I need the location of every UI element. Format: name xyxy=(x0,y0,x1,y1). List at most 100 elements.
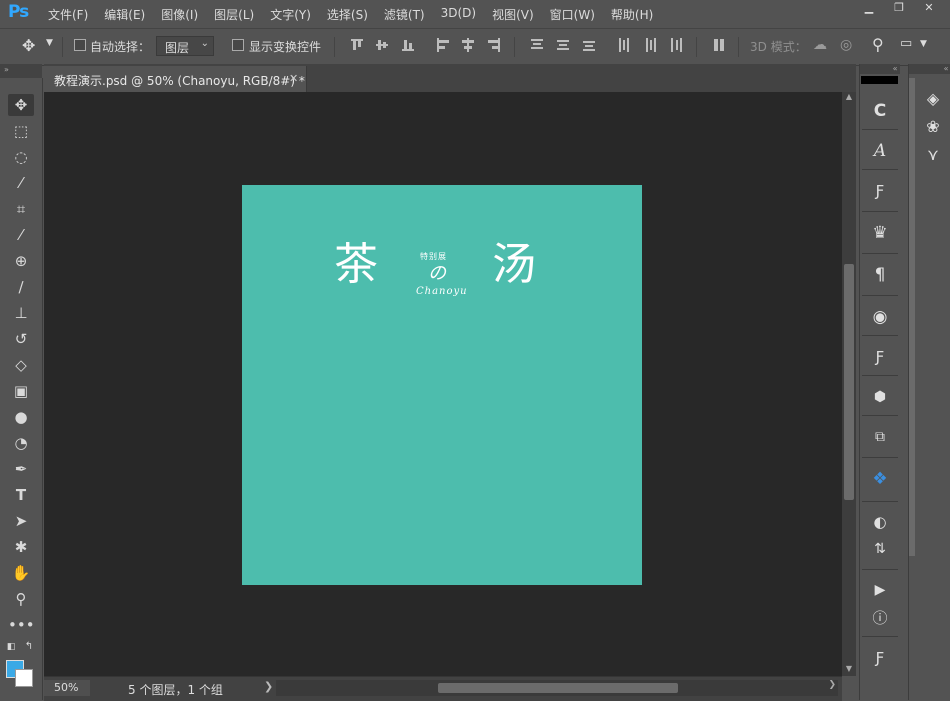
distribute-top-icon[interactable] xyxy=(530,37,544,53)
window-controls: ▁ ❐ ✕ xyxy=(854,0,944,16)
distribute-hcenter-icon[interactable] xyxy=(643,37,657,53)
type-tool-icon[interactable]: T xyxy=(8,484,34,506)
paragraph-icon[interactable]: ¶ xyxy=(863,259,897,291)
shape-tool-icon[interactable]: ✱ xyxy=(8,536,34,558)
tools-panel-header[interactable]: » xyxy=(0,64,42,78)
menu-select[interactable]: 选择(S) xyxy=(327,6,368,23)
gradient-tool-icon[interactable]: ▣ xyxy=(8,380,34,402)
auto-select-target-dropdown[interactable]: 图层 ⌄ xyxy=(156,36,214,56)
magic-wand-tool-icon[interactable]: ⁄ xyxy=(8,172,34,194)
bird-plugin-icon[interactable]: ❖ xyxy=(863,463,897,495)
swap-colors-icon[interactable]: ↰ xyxy=(22,636,36,658)
document-tab-strip: 教程演示.psd @ 50% (Chanoyu, RGB/8#) * ✕ xyxy=(44,64,856,92)
document-tab[interactable]: 教程演示.psd @ 50% (Chanoyu, RGB/8#) * ✕ xyxy=(44,66,307,92)
cube-icon[interactable]: ⬢ xyxy=(863,381,897,413)
history-brush-tool-icon[interactable]: ↺ xyxy=(8,328,34,350)
paths-icon[interactable]: ⋎ xyxy=(919,142,947,168)
glyph-style-icon[interactable]: Ƒ xyxy=(863,341,897,373)
transform-plugin-icon[interactable]: ⧉ xyxy=(863,421,897,453)
move-tool-preset-icon[interactable]: ✥ xyxy=(22,36,35,55)
search-icon[interactable]: ⚲ xyxy=(872,35,884,54)
scrollbar-thumb[interactable] xyxy=(844,264,854,500)
menu-layer[interactable]: 图层(L) xyxy=(214,6,254,23)
align-hcenter-icon[interactable] xyxy=(461,37,475,53)
history-icon[interactable]: C xyxy=(863,95,897,127)
zoom-tool-icon[interactable]: ⚲ xyxy=(8,588,34,610)
layers-icon[interactable]: ◈ xyxy=(919,86,947,112)
chevron-down-icon[interactable]: ▼ xyxy=(920,39,927,49)
restore-button[interactable]: ❐ xyxy=(884,0,914,16)
hand-tool-icon[interactable]: ✋ xyxy=(8,562,34,584)
menu-file[interactable]: 文件(F) xyxy=(48,6,88,23)
stamp-tool-icon[interactable]: ⊥ xyxy=(8,302,34,324)
scroll-right-icon[interactable]: ❯ xyxy=(828,680,836,690)
horizontal-scrollbar[interactable]: ❯ xyxy=(276,680,838,696)
distribute-left-icon[interactable] xyxy=(617,37,631,53)
align-left-icon[interactable] xyxy=(436,37,450,53)
menu-type[interactable]: 文字(Y) xyxy=(270,6,311,23)
glyph-style-icon[interactable]: Ƒ xyxy=(863,175,897,207)
align-vcenter-icon[interactable] xyxy=(375,37,389,53)
flip-icon[interactable]: ⇅ xyxy=(863,533,897,565)
divider xyxy=(862,295,898,296)
minimize-button[interactable]: ▁ xyxy=(854,0,884,16)
lasso-tool-icon[interactable]: ◌ xyxy=(8,146,34,168)
adjust-plugin-icon[interactable]: ◉ xyxy=(863,301,897,333)
distribute-bottom-icon[interactable] xyxy=(582,37,596,53)
panel-dock-header[interactable]: « xyxy=(860,64,900,74)
align-right-icon[interactable] xyxy=(487,37,501,53)
workspace-icon[interactable]: ▭ xyxy=(900,36,912,51)
crop-tool-icon[interactable]: ⌗ xyxy=(8,198,34,220)
healing-brush-tool-icon[interactable]: ⊕ xyxy=(8,250,34,272)
info-icon[interactable]: ⓘ xyxy=(863,602,897,634)
auto-align-icon[interactable] xyxy=(712,37,726,53)
zoom-level-field[interactable]: 50% xyxy=(44,680,90,696)
3d-rotate-icon[interactable]: ☁ xyxy=(813,37,827,53)
auto-select-checkbox[interactable] xyxy=(74,39,86,51)
marquee-tool-icon[interactable]: ⬚ xyxy=(8,120,34,142)
path-selection-tool-icon[interactable]: ➤ xyxy=(8,510,34,532)
crown-icon[interactable]: ♛ xyxy=(863,217,897,249)
divider xyxy=(62,37,63,57)
panel-dock-header[interactable]: « xyxy=(909,64,950,74)
menu-help[interactable]: 帮助(H) xyxy=(611,6,653,23)
scroll-down-icon[interactable]: ▼ xyxy=(842,664,856,676)
align-top-icon[interactable] xyxy=(350,37,364,53)
vertical-scrollbar[interactable]: ▲ ▼ xyxy=(842,92,856,676)
brush-tool-icon[interactable]: ∕ xyxy=(8,276,34,298)
3d-roll-icon[interactable]: ◎ xyxy=(840,37,852,53)
eyedropper-tool-icon[interactable]: ⁄ xyxy=(8,224,34,246)
glyph-style-icon[interactable]: Ƒ xyxy=(863,642,897,674)
align-bottom-icon[interactable] xyxy=(401,37,415,53)
status-menu-arrow[interactable]: ❯ xyxy=(264,680,273,693)
close-icon[interactable]: ✕ xyxy=(289,72,298,85)
divider xyxy=(862,211,898,212)
distribute-vcenter-icon[interactable] xyxy=(556,37,570,53)
dodge-tool-icon[interactable]: ◔ xyxy=(8,432,34,454)
menu-3d[interactable]: 3D(D) xyxy=(441,6,476,23)
show-transform-checkbox[interactable] xyxy=(232,39,244,51)
menu-image[interactable]: 图像(I) xyxy=(161,6,198,23)
menu-view[interactable]: 视图(V) xyxy=(492,6,534,23)
divider xyxy=(862,253,898,254)
document-canvas[interactable]: 茶 特别展 の Chanoyu 汤 xyxy=(242,185,642,585)
scrollbar-thumb[interactable] xyxy=(438,683,678,693)
default-colors-icon[interactable]: ◧ xyxy=(4,636,18,658)
scroll-up-icon[interactable]: ▲ xyxy=(842,92,856,104)
move-tool-icon[interactable]: ✥ xyxy=(8,94,34,116)
blur-tool-icon[interactable]: ● xyxy=(8,406,34,428)
menu-edit[interactable]: 编辑(E) xyxy=(104,6,145,23)
canvas-area[interactable]: 茶 特别展 の Chanoyu 汤 xyxy=(44,92,842,676)
pen-tool-icon[interactable]: ✒ xyxy=(8,458,34,480)
background-color-swatch[interactable] xyxy=(15,669,33,687)
chevron-down-icon[interactable]: ▼ xyxy=(46,38,53,48)
channels-icon[interactable]: ❀ xyxy=(919,114,947,140)
eraser-tool-icon[interactable]: ◇ xyxy=(8,354,34,376)
character-icon[interactable]: A xyxy=(863,135,897,167)
close-button[interactable]: ✕ xyxy=(914,0,944,16)
distribute-right-icon[interactable] xyxy=(669,37,683,53)
more-tools-icon[interactable]: ••• xyxy=(8,614,35,636)
menu-window[interactable]: 窗口(W) xyxy=(550,6,595,23)
panel-grip[interactable] xyxy=(909,78,915,556)
menu-filter[interactable]: 滤镜(T) xyxy=(384,6,425,23)
